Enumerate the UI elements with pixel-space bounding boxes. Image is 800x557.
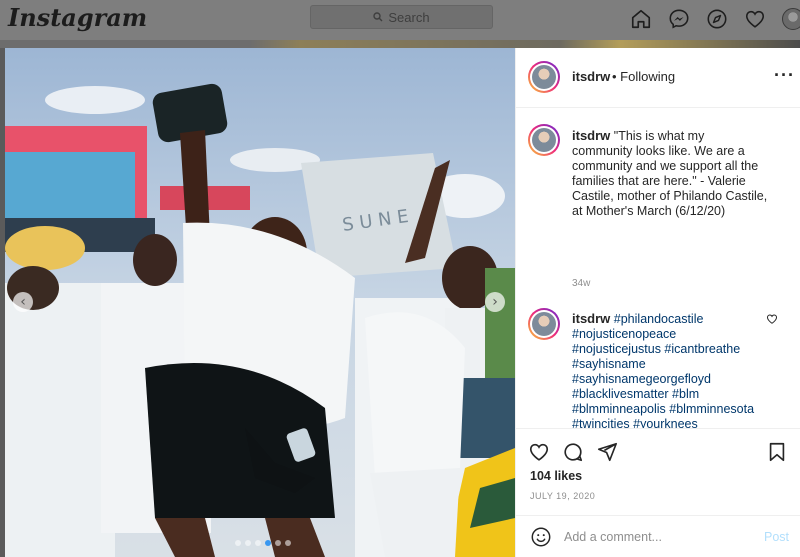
carousel-dot: [235, 540, 241, 546]
author-avatar[interactable]: [528, 61, 560, 93]
explore-icon[interactable]: [706, 8, 728, 30]
home-icon[interactable]: [630, 8, 652, 30]
comment-hashtags[interactable]: #philandocastile #nojusticenopeace #noju…: [572, 312, 754, 428]
add-comment-input[interactable]: Add a comment...: [564, 530, 662, 544]
heart-icon[interactable]: [744, 8, 766, 30]
search-icon: [373, 12, 383, 22]
more-options-icon[interactable]: ···: [774, 66, 795, 84]
share-icon[interactable]: [596, 441, 618, 463]
post-photo: S U N E ‹ ›: [5, 48, 515, 557]
search-placeholder: Search: [388, 9, 430, 25]
top-navigation-bar: Instagram Search: [0, 0, 800, 40]
caption-avatar[interactable]: [528, 124, 560, 156]
following-status[interactable]: • Following: [612, 69, 675, 84]
add-comment-row: Add a comment... Post: [516, 515, 800, 557]
carousel-dot: [285, 540, 291, 546]
caption-username[interactable]: itsdrw: [572, 128, 610, 143]
carousel-dot: [255, 540, 261, 546]
carousel-indicator: [235, 540, 291, 546]
carousel-previous-button[interactable]: ‹: [13, 292, 33, 312]
comment-like-icon[interactable]: [766, 313, 778, 325]
comment-avatar[interactable]: [528, 308, 560, 340]
background-feed-strip: [0, 40, 800, 48]
like-icon[interactable]: [528, 441, 550, 463]
hashtag-comment: itsdrw #philandocastile #nojusticenopeac…: [572, 311, 768, 428]
messenger-icon[interactable]: [668, 8, 690, 30]
post-date[interactable]: JULY 19, 2020: [530, 491, 595, 501]
carousel-next-button[interactable]: ›: [485, 292, 505, 312]
carousel-dot-active: [265, 540, 271, 546]
protest-photo-illustration: S U N E: [5, 48, 515, 557]
comment-icon[interactable]: [562, 441, 584, 463]
caption-age[interactable]: 34w: [572, 278, 590, 289]
comment-username[interactable]: itsdrw: [572, 311, 610, 326]
comments-section: itsdrw "This is what my community looks …: [516, 108, 800, 428]
profile-avatar[interactable]: [782, 8, 800, 30]
post-side-panel: itsdrw • Following ··· itsdrw "This is w…: [515, 48, 800, 557]
post-modal: S U N E ‹ › itsdrw • Following ··· itsdr…: [5, 48, 800, 557]
post-header: itsdrw • Following ···: [516, 48, 800, 108]
save-bookmark-icon[interactable]: [766, 441, 788, 463]
post-comment-button[interactable]: Post: [764, 530, 789, 544]
search-bar[interactable]: Search: [310, 5, 493, 29]
emoji-icon[interactable]: [530, 526, 552, 548]
post-actions-bar: [516, 428, 800, 463]
author-username[interactable]: itsdrw: [572, 69, 610, 84]
likes-count[interactable]: 104 likes: [530, 469, 582, 483]
carousel-dot: [275, 540, 281, 546]
instagram-logo[interactable]: Instagram: [8, 3, 147, 32]
post-caption: itsdrw "This is what my community looks …: [572, 128, 768, 219]
carousel-dot: [245, 540, 251, 546]
